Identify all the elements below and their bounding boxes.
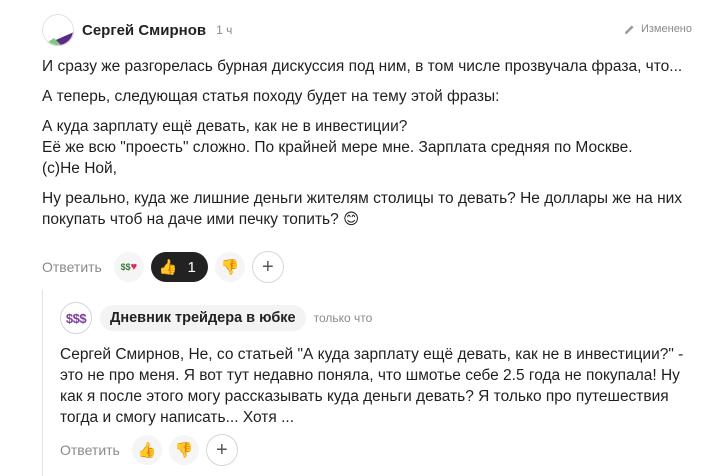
plus-icon: + [216,439,228,461]
reply-button[interactable]: Ответить [60,442,120,458]
reply-actions: Ответить 👍 👎 + [60,434,245,466]
reply-button[interactable]: Ответить [42,259,102,275]
money-heart-icon: $$ [120,262,131,272]
comment-paragraph: Ну реально, куда же лишние деньги жителя… [42,190,683,228]
reaction-like-active[interactable]: 👍 1 [150,252,208,282]
edited-label: Изменено [624,23,692,35]
pencil-icon [624,24,634,34]
reply-body: Сергей Смирнов, Не, со статьей "А куда з… [60,346,684,426]
plus-icon: + [262,256,274,278]
thumbs-up-icon: 👍 [158,259,178,276]
reaction-dislike[interactable]: 👎 [214,252,245,282]
add-reaction-button[interactable]: + [205,434,238,466]
reaction-money-heart[interactable]: $$ ♥ [113,252,144,282]
avatar[interactable] [42,14,74,46]
like-count: 1 [187,258,196,276]
comment-header: Сергей Смирнов 1 ч Изменено [42,13,692,47]
thumbs-up-icon: 👍 [137,442,157,459]
comment-paragraph: А теперь, следующая статья походу будет … [42,88,500,105]
thumbs-down-icon: 👎 [220,259,240,276]
add-reaction-button[interactable]: + [251,251,284,283]
thumbs-down-icon: 👎 [174,442,194,459]
comment-body: И сразу же разгорелась бурная дискуссия … [42,56,702,239]
edited-text: Изменено [640,23,692,35]
author-name[interactable]: Сергей Смирнов [82,22,206,39]
comment-paragraph: А куда зарплату ещё девать, как не в инв… [42,118,633,177]
author-name[interactable]: Дневник трейдера в юбке [100,305,306,331]
reaction-like[interactable]: 👍 [131,435,162,465]
timestamp: только что [313,311,373,325]
avatar[interactable]: $$$ [60,302,92,334]
comment-actions: Ответить $$ ♥ 👍 1 👎 + [42,251,291,283]
heart-icon: ♥ [130,261,138,273]
timestamp: 1 ч [216,23,233,37]
comment-paragraph: И сразу же разгорелась бурная дискуссия … [42,58,683,75]
reply-header: $$$ Дневник трейдера в юбке только что [60,302,372,334]
reply-thread: $$$ Дневник трейдера в юбке только что С… [42,290,702,476]
reaction-dislike[interactable]: 👎 [168,435,199,465]
